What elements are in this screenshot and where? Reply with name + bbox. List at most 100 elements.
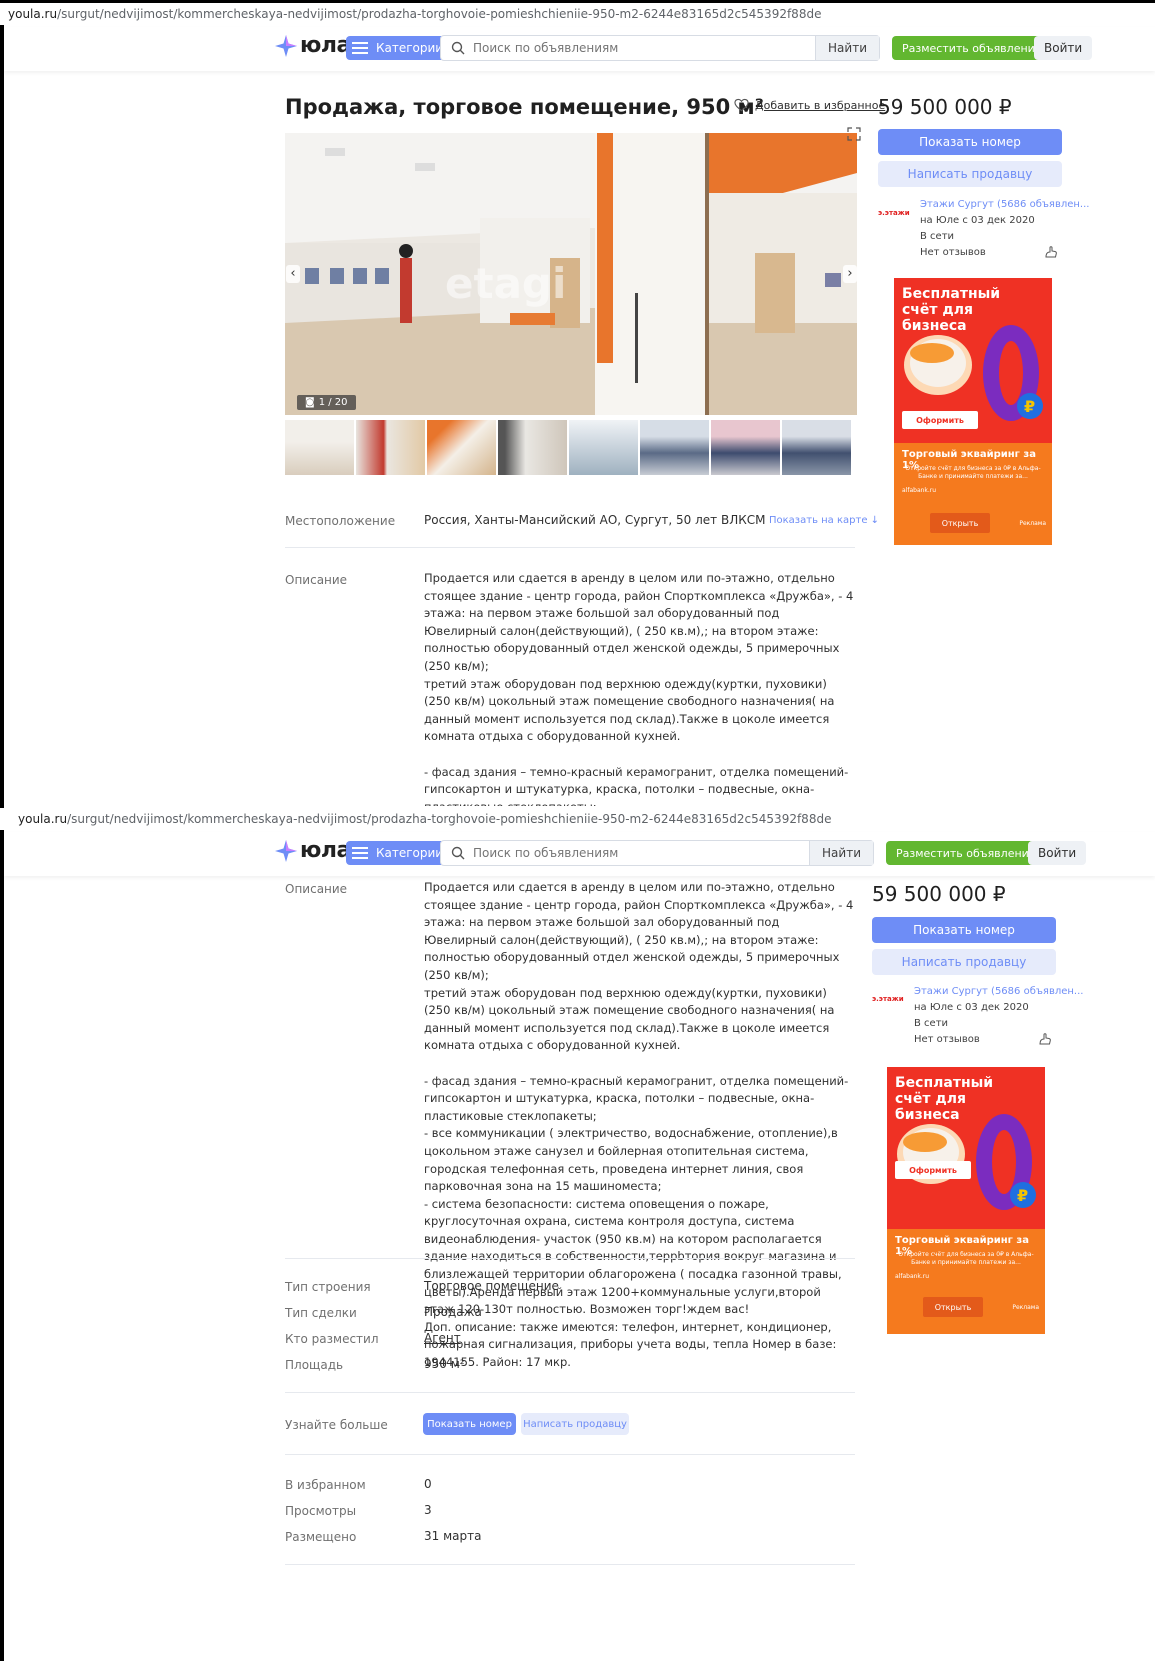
zero-ruble-graphic: ₽ [983, 325, 1043, 421]
description-paragraph: Продается или сдается в аренду в целом и… [424, 571, 854, 673]
login-button[interactable]: Войти [1034, 36, 1093, 60]
youla-logo[interactable]: юла [274, 33, 351, 58]
url-path: /surgut/nedvijimost/kommercheskaya-nedvi… [67, 812, 832, 826]
categories-button[interactable]: Категории [346, 841, 452, 865]
svg-text:₽: ₽ [1024, 397, 1035, 416]
description-paragraph: Доп. описание: также имеются: телефон, и… [424, 1319, 837, 1370]
search-button[interactable]: Найти [815, 36, 879, 60]
thumbnail[interactable] [711, 420, 780, 475]
ad-domain: alfabank.ru [895, 1273, 930, 1280]
search-input[interactable] [473, 846, 810, 860]
ad-bottom-text: Откройте счёт для бизнеса за 0₽ в Альфа-… [898, 1251, 1034, 1266]
write-seller-small-button[interactable]: Написать продавцу [521, 1413, 629, 1435]
location-label: Местоположение [285, 514, 396, 528]
post-ad-button[interactable]: Разместить объявление [892, 36, 1052, 60]
ad-bottom-text: Откройте счёт для бизнеса за 0₽ в Альфа-… [905, 465, 1041, 480]
room-photo-graphic: etagi [285, 133, 857, 415]
thumbnail[interactable] [569, 420, 638, 475]
handshake-icon[interactable] [1038, 1032, 1052, 1046]
url-host: youla.ru [8, 7, 58, 21]
show-on-map-link[interactable]: Показать на карте ↓ [769, 515, 879, 526]
description-text: Продается или сдается в аренду в целом и… [424, 570, 854, 806]
show-number-small-button[interactable]: Показать номер [423, 1413, 516, 1435]
stat-label: Просмотры [285, 1504, 357, 1518]
ad-apply-button[interactable]: Оформить [895, 1161, 971, 1179]
seller-name-link[interactable]: Этажи Сургут (5686 объявлен... [920, 199, 1089, 210]
handshake-icon[interactable] [1044, 245, 1058, 259]
heart-icon [734, 98, 749, 112]
price: 59 500 000 ₽ [872, 882, 1006, 906]
thumbnail[interactable] [640, 420, 709, 475]
ad-banner[interactable]: Бесплатный счёт для бизнеса ₽ Оформить Т… [894, 278, 1052, 545]
description-label: Описание [285, 882, 348, 896]
description-paragraph: - фасад здания – темно-красный керамогра… [424, 764, 849, 806]
divider [285, 1564, 855, 1565]
photo-counter-text: 1 / 20 [318, 397, 348, 408]
url-host: youla.ru [18, 812, 68, 826]
categories-label: Категории [376, 846, 444, 860]
location-value: Россия, Ханты-Мансийский АО, Сургут, 50 … [424, 513, 766, 527]
learn-more-label: Узнайте больше [285, 1418, 388, 1432]
stat-value: 0 [424, 1477, 432, 1491]
description-clip: Продается или сдается в аренду в целом и… [424, 570, 856, 806]
thumbnail[interactable] [498, 420, 567, 475]
fullscreen-icon[interactable] [847, 127, 861, 141]
write-seller-button[interactable]: Написать продавцу [878, 161, 1062, 187]
description-paragraph: - все коммуникации ( электричество, водо… [424, 1126, 838, 1194]
write-seller-button[interactable]: Написать продавцу [872, 949, 1056, 975]
svg-text:₽: ₽ [1017, 1186, 1028, 1205]
show-number-button[interactable]: Показать номер [878, 129, 1062, 155]
add-favorite-link[interactable]: Добавить в избранное [734, 98, 885, 112]
seller-name-link[interactable]: Этажи Сургут (5686 объявлен... [914, 986, 1083, 997]
seller-reviews: Нет отзывов [920, 247, 986, 258]
photo-prev-arrow[interactable]: ‹ [286, 265, 300, 283]
thumbnail[interactable] [427, 420, 496, 475]
photo-counter: ◙ 1 / 20 [297, 395, 356, 410]
address-bar[interactable]: youla.ru/surgut/nedvijimost/kommercheska… [0, 3, 1155, 25]
plate-illustration [897, 1124, 965, 1184]
thumbnail[interactable] [285, 420, 354, 475]
thumbnail[interactable] [356, 420, 425, 475]
search-icon [451, 41, 465, 55]
ad-label: Реклама [1012, 1304, 1039, 1311]
plate-illustration [904, 335, 972, 395]
seller-since: на Юле с 03 дек 2020 [914, 1002, 1029, 1013]
search-button[interactable]: Найти [809, 841, 873, 865]
seller-type-link[interactable]: Агент [424, 1330, 461, 1348]
ad-apply-button[interactable]: Оформить [902, 411, 978, 429]
param-value: Продажа [424, 1305, 482, 1319]
photo-thumbnails [285, 420, 851, 475]
show-number-button[interactable]: Показать номер [872, 917, 1056, 943]
ad-domain: alfabank.ru [902, 487, 937, 494]
burger-icon [352, 847, 368, 859]
stat-label: Размещено [285, 1530, 357, 1544]
search-input[interactable] [473, 41, 816, 55]
param-value: Торговое помещение [424, 1279, 559, 1293]
ad-open-button[interactable]: Открыть [930, 513, 990, 533]
burger-icon [352, 42, 368, 54]
url-path: /surgut/nedvijimost/kommercheskaya-nedvi… [57, 7, 822, 21]
divider [285, 1392, 855, 1393]
post-ad-button[interactable]: Разместить объявление [886, 841, 1046, 865]
main-photo[interactable]: etagi [285, 133, 857, 415]
logo-star-icon [275, 34, 297, 57]
seller-status: В сети [920, 231, 955, 242]
ad-bottom-panel: Торговый эквайринг за 1% Откройте счёт д… [894, 443, 1052, 545]
seller-logo: э.этажи [878, 209, 910, 217]
divider [285, 1454, 855, 1455]
param-label: Площадь [285, 1358, 344, 1372]
thumbnail[interactable] [782, 420, 851, 475]
description-text: Продается или сдается в аренду в целом и… [424, 879, 854, 1372]
categories-button[interactable]: Категории [346, 36, 452, 60]
address-bar[interactable]: youla.ru/surgut/nedvijimost/kommercheska… [0, 808, 1155, 830]
listing-title: Продажа, торговое помещение, 950 м² [285, 95, 764, 119]
login-button[interactable]: Войти [1028, 841, 1087, 865]
ad-banner[interactable]: Бесплатный счёт для бизнеса ₽ Оформить Т… [887, 1067, 1045, 1334]
seller-status: В сети [914, 1018, 949, 1029]
ad-open-button[interactable]: Открыть [923, 1297, 983, 1317]
camera-icon: ◙ [305, 397, 315, 408]
window-border-left [0, 0, 4, 1661]
price: 59 500 000 ₽ [878, 95, 1012, 119]
photo-next-arrow[interactable]: › [843, 265, 857, 283]
youla-logo[interactable]: юла [274, 838, 351, 863]
